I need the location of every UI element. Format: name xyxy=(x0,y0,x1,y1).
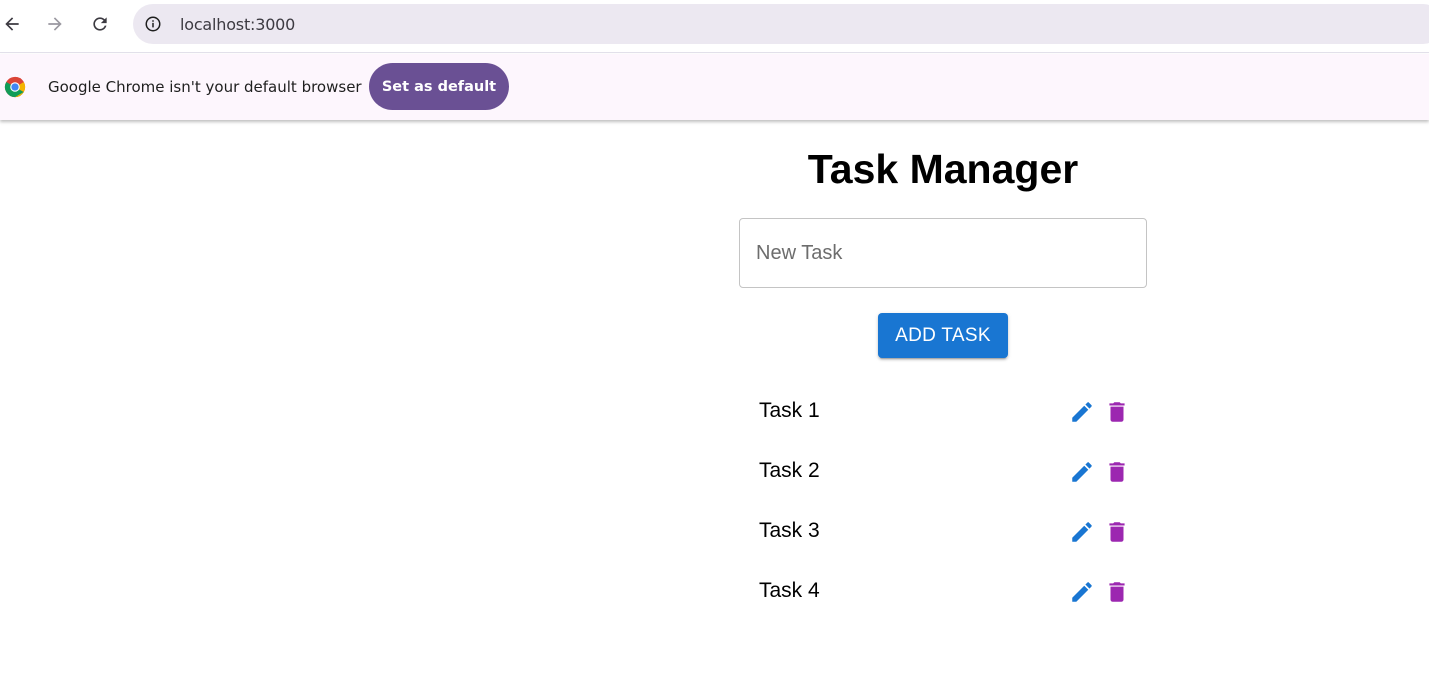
task-list: Task 1 Task 2 Task 3 Task 4 xyxy=(739,381,1147,621)
browser-toolbar: localhost:3000 xyxy=(0,0,1429,53)
edit-task-button[interactable] xyxy=(1066,456,1098,488)
arrow-right-icon xyxy=(48,17,62,31)
delete-task-button[interactable] xyxy=(1101,576,1133,608)
page-title: Task Manager xyxy=(807,146,1079,192)
pencil-icon xyxy=(1072,522,1092,542)
pencil-icon xyxy=(1072,462,1092,482)
task-label: Task 1 xyxy=(759,399,820,422)
trash-icon xyxy=(1109,582,1125,602)
reload-button[interactable] xyxy=(86,10,114,38)
edit-task-button[interactable] xyxy=(1066,396,1098,428)
task-item: Task 2 xyxy=(739,441,1147,501)
reload-icon xyxy=(93,17,107,31)
edit-task-button[interactable] xyxy=(1066,576,1098,608)
new-task-input[interactable] xyxy=(739,218,1147,288)
chrome-logo-icon xyxy=(4,76,26,98)
task-label: Task 3 xyxy=(759,519,820,542)
back-button[interactable] xyxy=(0,10,26,38)
task-label: Task 2 xyxy=(759,459,820,482)
site-info-button[interactable] xyxy=(143,14,163,34)
task-item: Task 4 xyxy=(739,561,1147,621)
infobar-message: Google Chrome isn't your default browser xyxy=(48,78,362,96)
edit-task-button[interactable] xyxy=(1066,516,1098,548)
delete-task-button[interactable] xyxy=(1101,396,1133,428)
delete-task-button[interactable] xyxy=(1101,516,1133,548)
trash-icon xyxy=(1109,522,1125,542)
pencil-icon xyxy=(1072,402,1092,422)
url-text: localhost:3000 xyxy=(180,15,296,34)
task-item: Task 3 xyxy=(739,501,1147,561)
add-task-button[interactable]: ADD TASK xyxy=(878,313,1008,358)
task-item: Task 1 xyxy=(739,381,1147,441)
trash-icon xyxy=(1109,402,1125,422)
pencil-icon xyxy=(1072,582,1092,602)
arrow-left-icon xyxy=(5,17,19,31)
info-icon xyxy=(145,16,161,32)
delete-task-button[interactable] xyxy=(1101,456,1133,488)
trash-icon xyxy=(1109,462,1125,482)
forward-button[interactable] xyxy=(41,10,69,38)
address-bar[interactable]: localhost:3000 xyxy=(133,4,1429,44)
default-browser-infobar: Google Chrome isn't your default browser… xyxy=(0,54,1429,120)
task-label: Task 4 xyxy=(759,579,820,602)
set-as-default-button[interactable]: Set as default xyxy=(369,63,509,110)
